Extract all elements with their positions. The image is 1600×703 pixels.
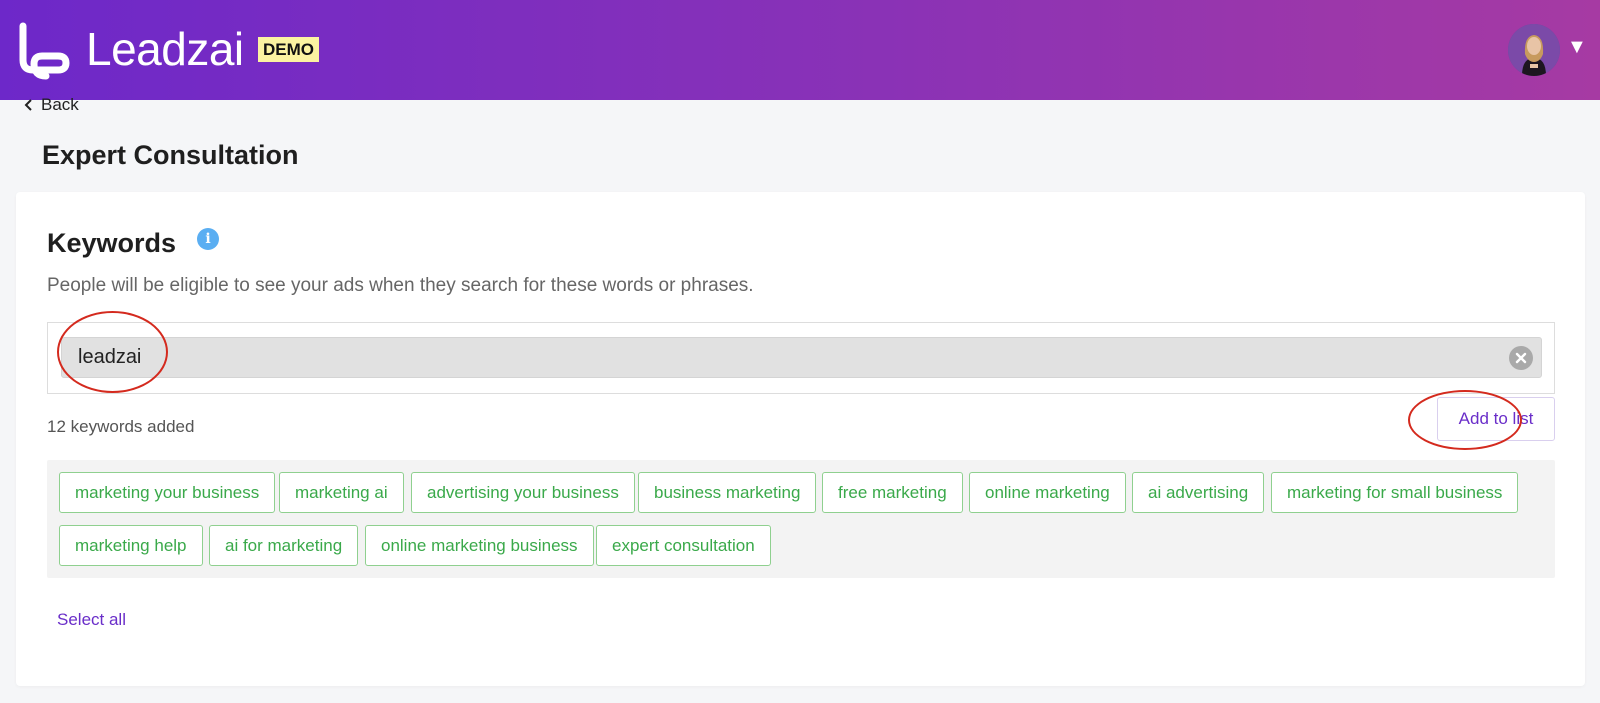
- user-avatar[interactable]: [1508, 24, 1560, 76]
- keyword-chip[interactable]: marketing ai: [279, 472, 404, 513]
- keyword-chip[interactable]: business marketing: [638, 472, 817, 513]
- keyword-chip[interactable]: free marketing: [822, 472, 963, 513]
- user-menu-caret-icon[interactable]: ▼: [1567, 36, 1587, 59]
- clear-input-icon[interactable]: [1509, 346, 1533, 370]
- chevron-left-icon: [24, 99, 32, 111]
- leadzai-logo-icon[interactable]: [14, 20, 70, 80]
- keyword-chip-list: marketing your business marketing ai adv…: [47, 460, 1555, 578]
- keyword-input[interactable]: [78, 338, 1478, 377]
- keyword-chip[interactable]: online marketing business: [365, 525, 594, 566]
- keywords-card: Keywords i People will be eligible to se…: [16, 192, 1585, 686]
- top-header: Leadzai DEMO ▼: [0, 0, 1600, 100]
- keywords-count: 12 keywords added: [47, 417, 195, 436]
- info-icon[interactable]: i: [197, 228, 219, 250]
- back-label: Back: [41, 95, 79, 114]
- keyword-input-wrapper: [61, 337, 1542, 378]
- keyword-chip[interactable]: ai advertising: [1132, 472, 1265, 513]
- keyword-chip[interactable]: marketing help: [59, 525, 203, 566]
- keyword-chip[interactable]: ai for marketing: [209, 525, 359, 566]
- select-all-link[interactable]: Select all: [57, 610, 126, 630]
- keywords-description: People will be eligible to see your ads …: [47, 275, 754, 296]
- keyword-chip[interactable]: expert consultation: [596, 525, 771, 566]
- keyword-chip[interactable]: online marketing: [969, 472, 1126, 513]
- page-title: Expert Consultation: [42, 140, 299, 170]
- keyword-chip[interactable]: marketing for small business: [1271, 472, 1519, 513]
- demo-badge: DEMO: [258, 37, 319, 62]
- close-icon: [1515, 352, 1527, 364]
- brand-name: Leadzai: [86, 23, 244, 75]
- keyword-chip[interactable]: advertising your business: [411, 472, 635, 513]
- keywords-heading: Keywords: [47, 228, 177, 258]
- back-link[interactable]: Back: [24, 95, 79, 115]
- avatar-image: [1508, 24, 1560, 76]
- keyword-input-container: [47, 322, 1555, 394]
- add-to-list-button[interactable]: Add to list: [1437, 397, 1555, 441]
- keyword-chip[interactable]: marketing your business: [59, 472, 276, 513]
